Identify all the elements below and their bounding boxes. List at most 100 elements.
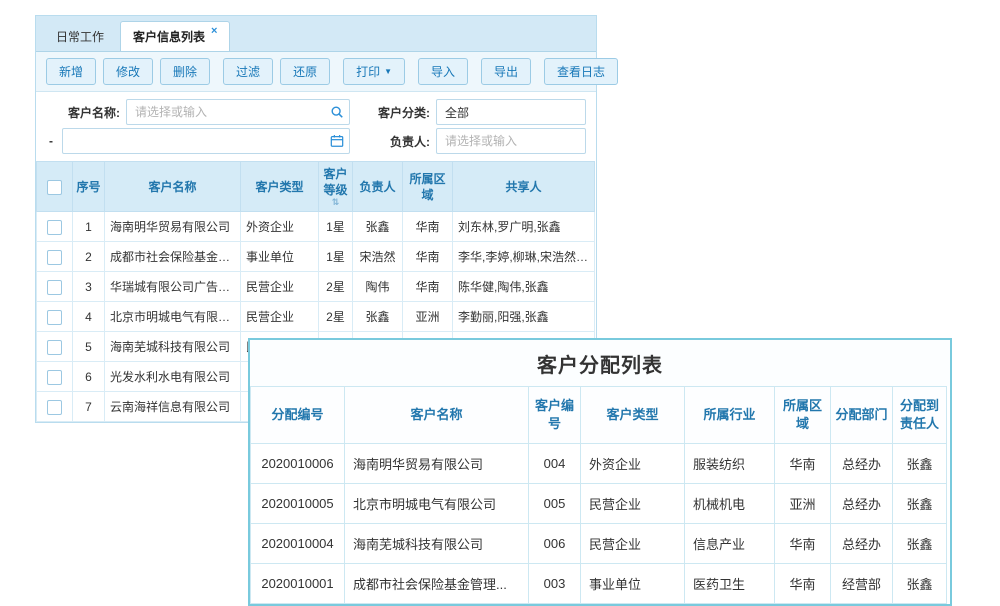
owner-label: 负责人: xyxy=(366,133,430,150)
cell-assignee[interactable]: 张鑫 xyxy=(893,484,947,524)
cell-customer-name[interactable]: 海南明华贸易有限公司 xyxy=(105,212,241,242)
cell-shared: 李勤丽,阳强,张鑫 xyxy=(453,302,595,332)
table-row[interactable]: 2成都市社会保险基金管理...事业单位1星宋浩然华南李华,李婷,柳琳,宋浩然,张… xyxy=(37,242,595,272)
cell-customer-name[interactable]: 海南芜城科技有限公司 xyxy=(105,332,241,362)
cell-region: 华南 xyxy=(775,524,831,564)
row-checkbox[interactable] xyxy=(47,340,62,355)
date-input[interactable] xyxy=(62,128,350,154)
cell-alloc-no[interactable]: 2020010005 xyxy=(251,484,345,524)
cell-assignee[interactable]: 张鑫 xyxy=(893,564,947,604)
checkbox-cell xyxy=(37,302,73,332)
table-row[interactable]: 2020010005北京市明城电气有限公司005民营企业机械机电亚洲总经办张鑫 xyxy=(251,484,947,524)
cell-owner[interactable]: 陶伟 xyxy=(353,272,403,302)
cell-region: 亚洲 xyxy=(775,484,831,524)
cell-customer-name[interactable]: 成都市社会保险基金管理... xyxy=(105,242,241,272)
cell-customer-type: 民营企业 xyxy=(241,302,319,332)
row-checkbox[interactable] xyxy=(47,250,62,265)
cell-alloc-no[interactable]: 2020010001 xyxy=(251,564,345,604)
cell-customer-name[interactable]: 华瑞城有限公司广告设计部 xyxy=(105,272,241,302)
date-input-wrap xyxy=(62,128,350,154)
checkbox-cell xyxy=(37,272,73,302)
cell-customer-name[interactable]: 光发水利水电有限公司 xyxy=(105,362,241,392)
allocation-table: 分配编号 客户名称 客户编号 客户类型 所属行业 所属区域 分配部门 分配到责任… xyxy=(250,386,947,604)
table-row[interactable]: 1海南明华贸易有限公司外资企业1星张鑫华南刘东林,罗广明,张鑫 xyxy=(37,212,595,242)
edit-button[interactable]: 修改 xyxy=(103,58,153,85)
sort-icon[interactable]: ⇅ xyxy=(321,198,350,207)
cell-customer-name[interactable]: 海南明华贸易有限公司 xyxy=(345,444,529,484)
col-owner: 负责人 xyxy=(353,162,403,212)
close-icon[interactable]: × xyxy=(211,26,217,37)
checkbox-cell xyxy=(37,212,73,242)
cell-customer-type: 事业单位 xyxy=(581,564,685,604)
customer-category-select[interactable] xyxy=(436,99,586,125)
cell-region: 华南 xyxy=(403,272,453,302)
table-row[interactable]: 4北京市明城电气有限公司民营企业2星张鑫亚洲李勤丽,阳强,张鑫 xyxy=(37,302,595,332)
allocation-window: 客户分配列表 分配编号 客户名称 客户编号 客户类型 所属行业 所属区域 分配部… xyxy=(248,338,952,606)
cell-customer-type: 民营企业 xyxy=(581,484,685,524)
cell-customer-name[interactable]: 海南芜城科技有限公司 xyxy=(345,524,529,564)
cell-region: 华南 xyxy=(403,242,453,272)
customer-name-label: 客户名称: xyxy=(46,104,120,121)
cell-industry: 服装纺织 xyxy=(685,444,775,484)
checkbox-cell xyxy=(37,242,73,272)
cell-industry: 机械机电 xyxy=(685,484,775,524)
select-all-checkbox[interactable] xyxy=(47,180,62,195)
print-button-label: 打印 xyxy=(356,63,380,80)
calendar-icon[interactable] xyxy=(330,134,344,148)
col-customer-name: 客户名称 xyxy=(105,162,241,212)
cell-alloc-no[interactable]: 2020010004 xyxy=(251,524,345,564)
cell-customer-type: 民营企业 xyxy=(241,272,319,302)
cell-shared: 刘东林,罗广明,张鑫 xyxy=(453,212,595,242)
toolbar: 新增 修改 删除 过滤 还原 打印 ▼ 导入 导出 查看日志 xyxy=(36,52,596,92)
checkbox-cell xyxy=(37,332,73,362)
col-industry: 所属行业 xyxy=(685,387,775,444)
col-region: 所属区域 xyxy=(775,387,831,444)
allocation-title: 客户分配列表 xyxy=(250,340,950,386)
filter-button[interactable]: 过滤 xyxy=(223,58,273,85)
cell-customer-name[interactable]: 云南海祥信息有限公司 xyxy=(105,392,241,422)
customer-category-label: 客户分类: xyxy=(366,104,430,121)
tab-daily-work[interactable]: 日常工作 xyxy=(44,22,116,51)
table-header-row: 序号 客户名称 客户类型 客户等级 ⇅ 负责人 所属区域 共享人 xyxy=(37,162,595,212)
row-checkbox[interactable] xyxy=(47,280,62,295)
cell-owner[interactable]: 张鑫 xyxy=(353,212,403,242)
cell-owner[interactable]: 张鑫 xyxy=(353,302,403,332)
cell-level: 2星 xyxy=(319,272,353,302)
row-checkbox[interactable] xyxy=(47,400,62,415)
owner-input[interactable] xyxy=(436,128,586,154)
table-row[interactable]: 3华瑞城有限公司广告设计部民营企业2星陶伟华南陈华健,陶伟,张鑫 xyxy=(37,272,595,302)
delete-button[interactable]: 删除 xyxy=(160,58,210,85)
cell-customer-name[interactable]: 成都市社会保险基金管理... xyxy=(345,564,529,604)
table-row[interactable]: 2020010004海南芜城科技有限公司006民营企业信息产业华南总经办张鑫 xyxy=(251,524,947,564)
cell-assignee[interactable]: 张鑫 xyxy=(893,524,947,564)
cell-region: 华南 xyxy=(775,444,831,484)
restore-button[interactable]: 还原 xyxy=(280,58,330,85)
print-button[interactable]: 打印 ▼ xyxy=(343,58,405,85)
search-icon[interactable] xyxy=(330,105,344,119)
tab-customer-info-list[interactable]: 客户信息列表 × xyxy=(120,21,230,51)
cell-seq: 2 xyxy=(73,242,105,272)
tab-label: 客户信息列表 xyxy=(133,28,205,45)
date-range-dash: - xyxy=(46,134,56,148)
cell-cust-no: 003 xyxy=(529,564,581,604)
customer-category-wrap xyxy=(436,99,586,125)
add-button[interactable]: 新增 xyxy=(46,58,96,85)
cell-assignee[interactable]: 张鑫 xyxy=(893,444,947,484)
col-customer-level: 客户等级 ⇅ xyxy=(319,162,353,212)
row-checkbox[interactable] xyxy=(47,310,62,325)
table-row[interactable]: 2020010006海南明华贸易有限公司004外资企业服装纺织华南总经办张鑫 xyxy=(251,444,947,484)
import-button[interactable]: 导入 xyxy=(418,58,468,85)
col-dept: 分配部门 xyxy=(831,387,893,444)
customer-name-input[interactable] xyxy=(126,99,350,125)
chevron-down-icon: ▼ xyxy=(384,67,392,76)
row-checkbox[interactable] xyxy=(47,370,62,385)
row-checkbox[interactable] xyxy=(47,220,62,235)
table-row[interactable]: 2020010001成都市社会保险基金管理...003事业单位医药卫生华南经营部… xyxy=(251,564,947,604)
cell-owner[interactable]: 宋浩然 xyxy=(353,242,403,272)
col-customer-name: 客户名称 xyxy=(345,387,529,444)
cell-customer-name[interactable]: 北京市明城电气有限公司 xyxy=(345,484,529,524)
cell-alloc-no[interactable]: 2020010006 xyxy=(251,444,345,484)
export-button[interactable]: 导出 xyxy=(481,58,531,85)
cell-customer-name[interactable]: 北京市明城电气有限公司 xyxy=(105,302,241,332)
view-log-button[interactable]: 查看日志 xyxy=(544,58,618,85)
